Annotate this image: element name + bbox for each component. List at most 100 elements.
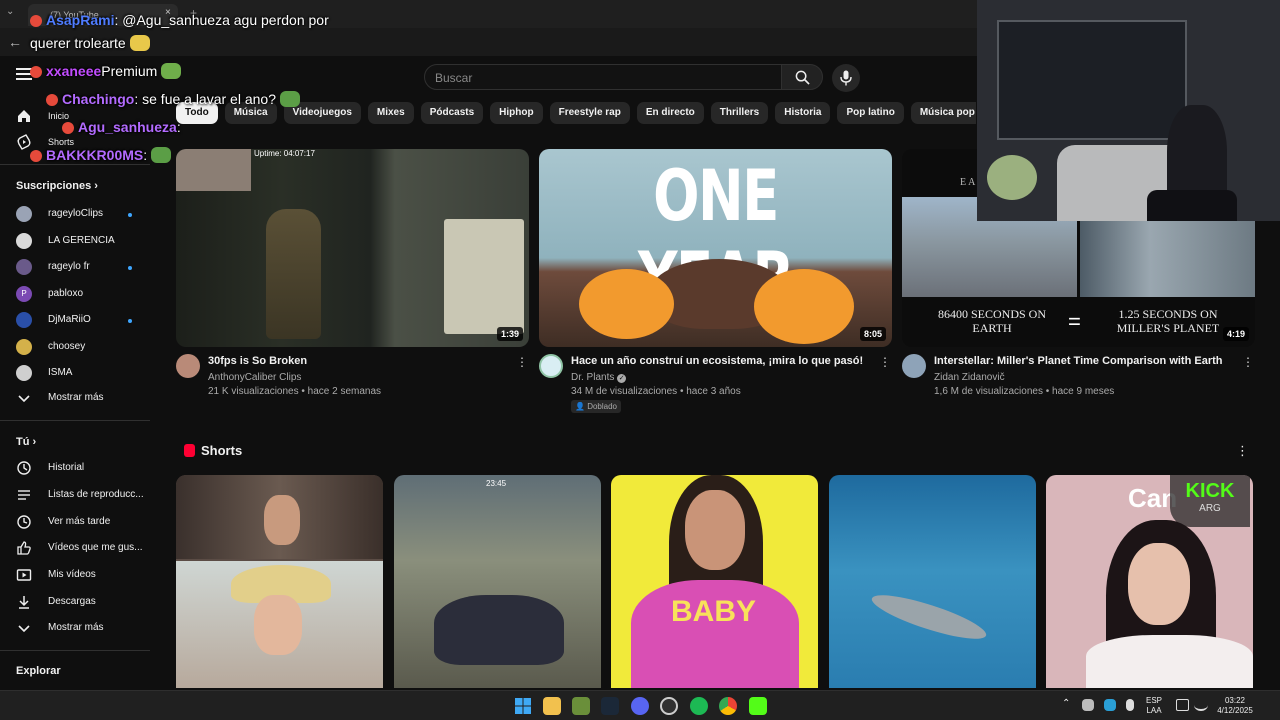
short-shark xyxy=(868,587,990,647)
kick-icon[interactable] xyxy=(749,697,767,715)
sidebar-item-subscription[interactable]: ISMA xyxy=(16,363,146,385)
discord-icon[interactable] xyxy=(631,697,649,715)
video-card[interactable]: Uptime: 04:07:17 1:39 30fps is So Broken… xyxy=(176,149,529,397)
monitor-icon[interactable] xyxy=(1176,699,1189,711)
sidebar-item-playlist[interactable]: Listas de reproducc... xyxy=(16,485,146,507)
more-options-icon[interactable]: ⋮ xyxy=(879,355,891,369)
chat-message: Agu_sanhueza: xyxy=(78,119,181,135)
sidebar-item-download[interactable]: Descargas xyxy=(16,592,146,614)
sidebar-item-history[interactable]: Historial xyxy=(16,458,146,480)
thumbnail-poster xyxy=(444,219,524,334)
short-card[interactable]: BABY xyxy=(611,475,818,688)
video-thumbnail[interactable]: ONE YEAR 8:05 xyxy=(539,149,892,347)
search-input[interactable]: Buscar xyxy=(424,64,782,90)
video-title[interactable]: Interstellar: Miller's Planet Time Compa… xyxy=(934,355,1222,367)
mic-tray-icon[interactable] xyxy=(1126,699,1134,711)
video-card[interactable]: ONE YEAR 8:05 Hace un año construí un ec… xyxy=(539,149,892,413)
short-face-2 xyxy=(254,595,302,655)
tab-list-icon[interactable]: ⌄ xyxy=(6,6,14,17)
kick-badge: KICK ARG xyxy=(1170,475,1250,527)
sidebar-show-more-you[interactable]: Mostrar más xyxy=(16,618,146,640)
chat-message: BAKKKR00MS: xyxy=(46,147,172,163)
more-options-icon[interactable]: ⋮ xyxy=(1242,355,1254,369)
video-duration: 4:19 xyxy=(1222,327,1249,341)
subscriptions-heading[interactable]: Suscripciones › xyxy=(16,180,98,192)
video-channel[interactable]: AnthonyCaliber Clips xyxy=(208,372,301,383)
sidebar-item-label: Vídeos que me gus... xyxy=(48,542,143,554)
video-title[interactable]: 30fps is So Broken xyxy=(208,355,307,367)
chat-text: : xyxy=(176,119,181,135)
more-options-icon[interactable]: ⋮ xyxy=(516,355,528,369)
keyboard-layout: LAA xyxy=(1146,706,1162,715)
window-view xyxy=(997,20,1187,140)
you-heading[interactable]: Tú › xyxy=(16,436,36,448)
video-title[interactable]: Hace un año construí un ecosistema, ¡mir… xyxy=(571,355,863,367)
windows-icon[interactable] xyxy=(514,697,532,715)
sidebar-item-clock[interactable]: Ver más tarde xyxy=(16,512,146,534)
search-button[interactable] xyxy=(781,64,823,90)
clock[interactable]: 03:22 4/12/2025 xyxy=(1210,696,1260,716)
clock-date: 4/12/2025 xyxy=(1217,706,1253,715)
video-channel[interactable]: Dr. Plants ✓ xyxy=(571,372,627,383)
chevron-down-icon xyxy=(18,395,30,403)
chrome-icon[interactable] xyxy=(719,697,737,715)
sidebar-item-label: Shorts xyxy=(48,137,75,147)
short-card[interactable] xyxy=(176,475,383,688)
sidebar-item-subscription[interactable]: choosey xyxy=(16,337,146,359)
language-indicator[interactable]: ESP LAA xyxy=(1146,696,1162,716)
short-card[interactable]: 23:45 xyxy=(394,475,601,688)
chat-username: Chachingo xyxy=(62,91,135,107)
tray-app-icon[interactable] xyxy=(1104,699,1116,711)
video-channel[interactable]: Zidan Zidanovič xyxy=(934,372,1005,383)
sidebar-item-video[interactable]: Mis vídeos xyxy=(16,565,146,587)
sidebar-show-more[interactable]: Mostrar más xyxy=(16,388,146,410)
file-explorer-icon[interactable] xyxy=(543,697,561,715)
chat-username: xxaneee xyxy=(46,63,102,79)
sidebar-item-subscription[interactable]: rageylo fr xyxy=(16,257,146,279)
sidebar-item-subscription[interactable]: rageyloClips xyxy=(16,204,146,226)
chevron-right-icon: › xyxy=(32,436,37,448)
chat-badge-icon xyxy=(30,150,42,162)
sidebar-item-label: ISMA xyxy=(48,367,73,378)
obs-icon[interactable] xyxy=(660,697,678,715)
filter-chip[interactable]: Historia xyxy=(775,102,831,124)
app-icon[interactable] xyxy=(572,697,590,715)
short-card[interactable]: Can KICK ARG xyxy=(1046,475,1253,688)
filter-chip[interactable]: Thrillers xyxy=(710,102,769,124)
history-icon xyxy=(17,461,31,475)
filter-chip[interactable]: Pop latino xyxy=(837,102,904,124)
channel-avatar[interactable] xyxy=(902,354,926,378)
speaker-icon[interactable] xyxy=(1194,699,1208,711)
filter-chip[interactable]: Pódcasts xyxy=(420,102,484,124)
short-card[interactable] xyxy=(829,475,1036,688)
filter-chip[interactable]: Mixes xyxy=(367,102,414,124)
video-thumbnail[interactable]: Uptime: 04:07:17 1:39 xyxy=(176,149,529,347)
chat-message: AsapRami: @Agu_sanhueza agu perdon por xyxy=(46,12,329,28)
steam-icon[interactable] xyxy=(601,697,619,715)
video-views: 34 M de visualizaciones xyxy=(571,386,678,397)
video-age: hace 3 años xyxy=(686,386,741,397)
filter-chip[interactable]: Hiphop xyxy=(490,102,543,124)
search-icon xyxy=(795,70,810,85)
sidebar-item-subscription[interactable]: DjMaRiiO xyxy=(16,310,146,332)
tray-app-icon[interactable] xyxy=(1082,699,1094,711)
chevron-up-icon[interactable]: ⌃ xyxy=(1062,699,1070,709)
back-icon[interactable]: ← xyxy=(8,34,22,50)
chat-text: : se fue a lavar el ano? xyxy=(134,91,276,107)
filter-chip[interactable]: Música pop xyxy=(910,102,976,124)
spotify-icon[interactable] xyxy=(690,697,708,715)
short-face xyxy=(264,495,300,545)
channel-avatar[interactable] xyxy=(539,354,563,378)
sidebar-item-subscription[interactable]: Ppabloxo xyxy=(16,284,146,306)
shorts-title: Shorts xyxy=(201,443,243,458)
channel-avatar xyxy=(16,206,32,222)
filter-chip[interactable]: En directo xyxy=(636,102,704,124)
voice-search-button[interactable] xyxy=(832,64,860,92)
shorts-more-options-icon[interactable]: ⋮ xyxy=(1236,443,1249,459)
filter-chip[interactable]: Freestyle rap xyxy=(549,102,630,124)
sidebar-item-like[interactable]: Vídeos que me gus... xyxy=(16,538,146,560)
sidebar-item-subscription[interactable]: LA GERENCIA xyxy=(16,231,146,253)
crab-claw-right xyxy=(754,269,854,344)
channel-avatar[interactable] xyxy=(176,354,200,378)
short-face xyxy=(1128,543,1190,625)
